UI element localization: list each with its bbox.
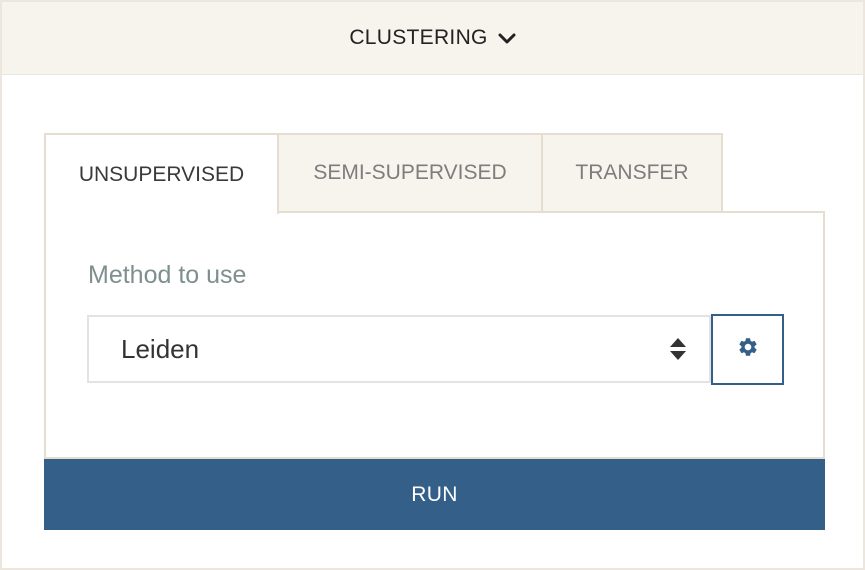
- tab-label: SEMI-SUPERVISED: [313, 161, 507, 184]
- clustering-panel: CLUSTERING UNSUPERVISED SEMI-SUPERVISED …: [0, 0, 865, 570]
- method-label: Method to use: [88, 261, 247, 289]
- tab-unsupervised[interactable]: UNSUPERVISED: [44, 133, 279, 214]
- tab-label: UNSUPERVISED: [78, 162, 245, 186]
- tab-label: TRANSFER: [575, 161, 689, 184]
- tab-transfer[interactable]: TRANSFER: [543, 133, 723, 213]
- method-select-value: Leiden: [121, 333, 200, 364]
- select-arrows-icon: [669, 336, 687, 362]
- clustering-header[interactable]: CLUSTERING: [2, 2, 863, 75]
- method-settings-button[interactable]: [711, 314, 784, 385]
- tab-semi-supervised[interactable]: SEMI-SUPERVISED: [279, 133, 543, 213]
- method-tabs: UNSUPERVISED SEMI-SUPERVISED TRANSFER: [44, 133, 723, 214]
- method-select[interactable]: Leiden: [87, 315, 711, 383]
- run-button[interactable]: RUN: [44, 459, 825, 530]
- tab-content-panel: Method to use Leiden: [44, 211, 825, 459]
- chevron-down-icon: [498, 30, 516, 48]
- gear-icon: [737, 336, 759, 363]
- header-title: CLUSTERING: [349, 26, 488, 49]
